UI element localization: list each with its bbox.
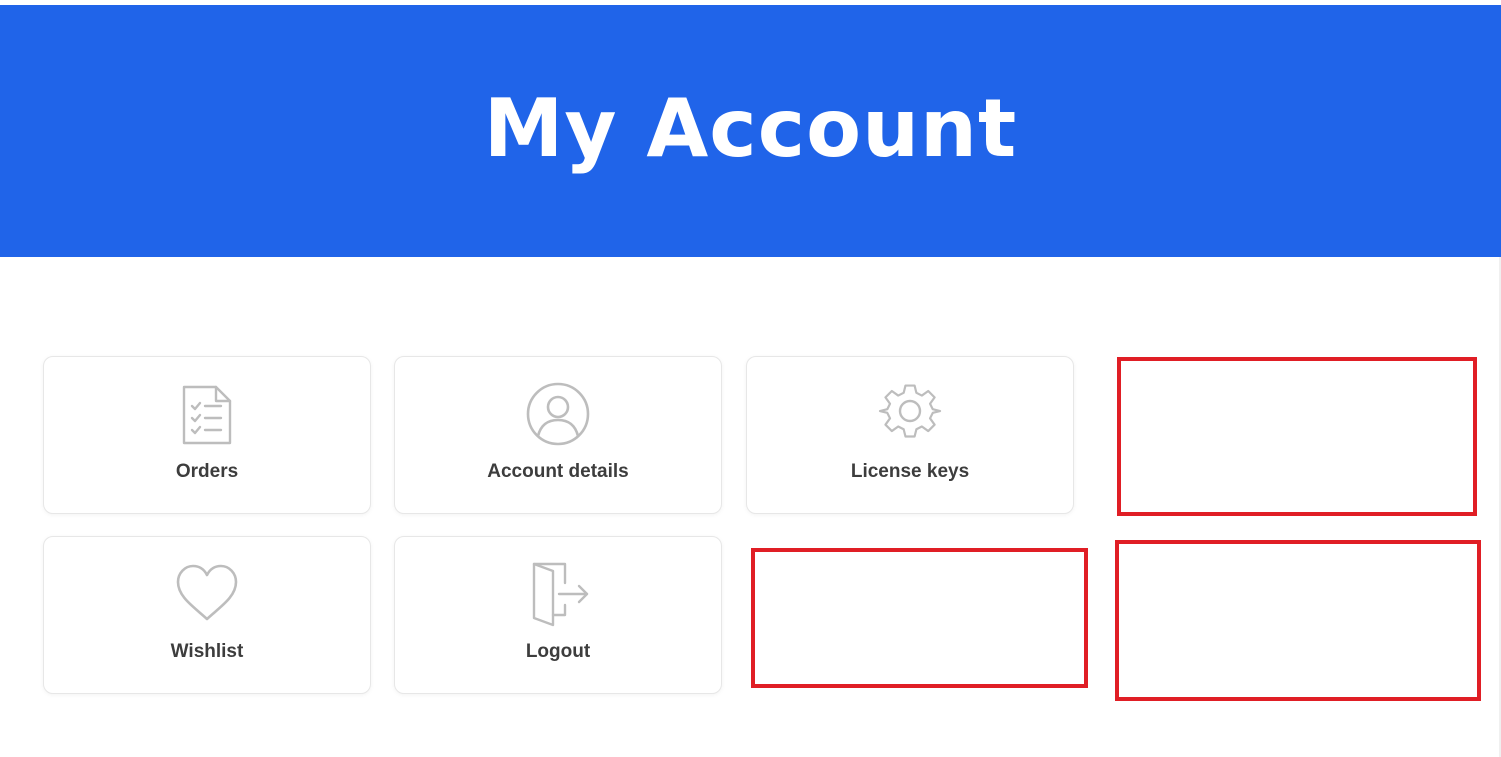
account-details-label: Account details (487, 461, 629, 482)
highlight-box-bottom-right (1115, 540, 1481, 701)
wishlist-card[interactable]: Wishlist (43, 536, 371, 694)
door-exit-icon (525, 561, 591, 627)
clipboard-list-icon (174, 381, 240, 447)
logout-label: Logout (525, 641, 591, 662)
highlight-box-top-right (1117, 357, 1477, 516)
license-keys-label: License keys (850, 461, 970, 482)
highlight-box-bottom-middle (751, 548, 1088, 688)
gear-icon (877, 381, 943, 447)
wishlist-label: Wishlist (170, 641, 244, 662)
page-title: My Account (483, 82, 1018, 175)
heart-icon (174, 561, 240, 627)
license-keys-card[interactable]: License keys (746, 356, 1074, 514)
user-circle-icon (525, 381, 591, 447)
account-details-card[interactable]: Account details (394, 356, 722, 514)
logout-card[interactable]: Logout (394, 536, 722, 694)
orders-label: Orders (175, 461, 239, 482)
orders-card[interactable]: Orders (43, 356, 371, 514)
page-header: My Account (0, 5, 1501, 257)
